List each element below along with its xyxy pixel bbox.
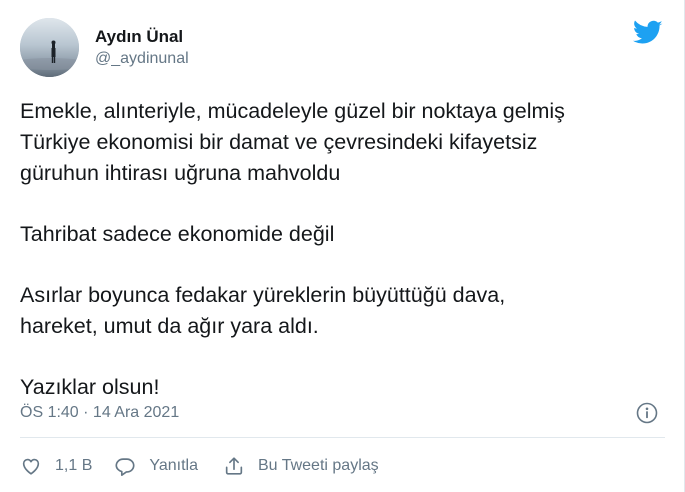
reply-label: Yanıtla: [149, 457, 198, 474]
tweet-paragraph: Yazıklar olsun!: [20, 372, 665, 403]
tweet-line: Yazıklar olsun!: [20, 375, 160, 399]
divider: [20, 437, 665, 438]
tweet-actions: 1,1 B Yanıtla Bu Tweeti paylaş: [20, 453, 379, 479]
tweet-line: güruhun ihtirası uğruna mahvoldu: [20, 161, 341, 185]
avatar[interactable]: [20, 18, 79, 77]
tweet-paragraph: Asırlar boyunca fedakar yüreklerin büyüt…: [20, 280, 665, 342]
tweet-card: Aydın Ünal @_aydinunal Emekle, alınteriy…: [0, 0, 685, 492]
tweet-text: Emekle, alınteriyle, mücadeleyle güzel b…: [20, 96, 665, 403]
author-handle[interactable]: @_aydinunal: [95, 50, 189, 68]
share-icon: [223, 455, 245, 477]
share-label: Bu Tweeti paylaş: [257, 457, 379, 474]
tweet-paragraph: Emekle, alınteriyle, mücadeleyle güzel b…: [20, 96, 665, 189]
heart-icon: [20, 455, 42, 477]
info-icon[interactable]: [636, 402, 658, 424]
twitter-bird-icon[interactable]: [633, 20, 663, 46]
tweet-line: Türkiye ekonomisi bir damat ve çevresind…: [20, 130, 538, 154]
like-count: 1,1 B: [55, 457, 93, 474]
tweet-timestamp[interactable]: ÖS 1:40 · 14 Ara 2021: [20, 404, 179, 422]
tweet-paragraph: Tahribat sadece ekonomide değil: [20, 219, 665, 250]
reply-button[interactable]: Yanıtla: [114, 455, 198, 477]
tweet-header: Aydın Ünal @_aydinunal: [20, 18, 665, 78]
like-button[interactable]: 1,1 B: [20, 455, 92, 477]
tweet-line: Emekle, alınteriyle, mücadeleyle güzel b…: [20, 99, 565, 123]
tweet-line: hareket, umut da ağır yara aldı.: [20, 314, 319, 338]
tweet-line: Tahribat sadece ekonomide değil: [20, 222, 335, 246]
tweet-line: Asırlar boyunca fedakar yüreklerin büyüt…: [20, 283, 506, 307]
author-name[interactable]: Aydın Ünal: [95, 27, 183, 47]
speech-bubble-icon: [114, 455, 136, 477]
share-button[interactable]: Bu Tweeti paylaş: [223, 455, 379, 477]
